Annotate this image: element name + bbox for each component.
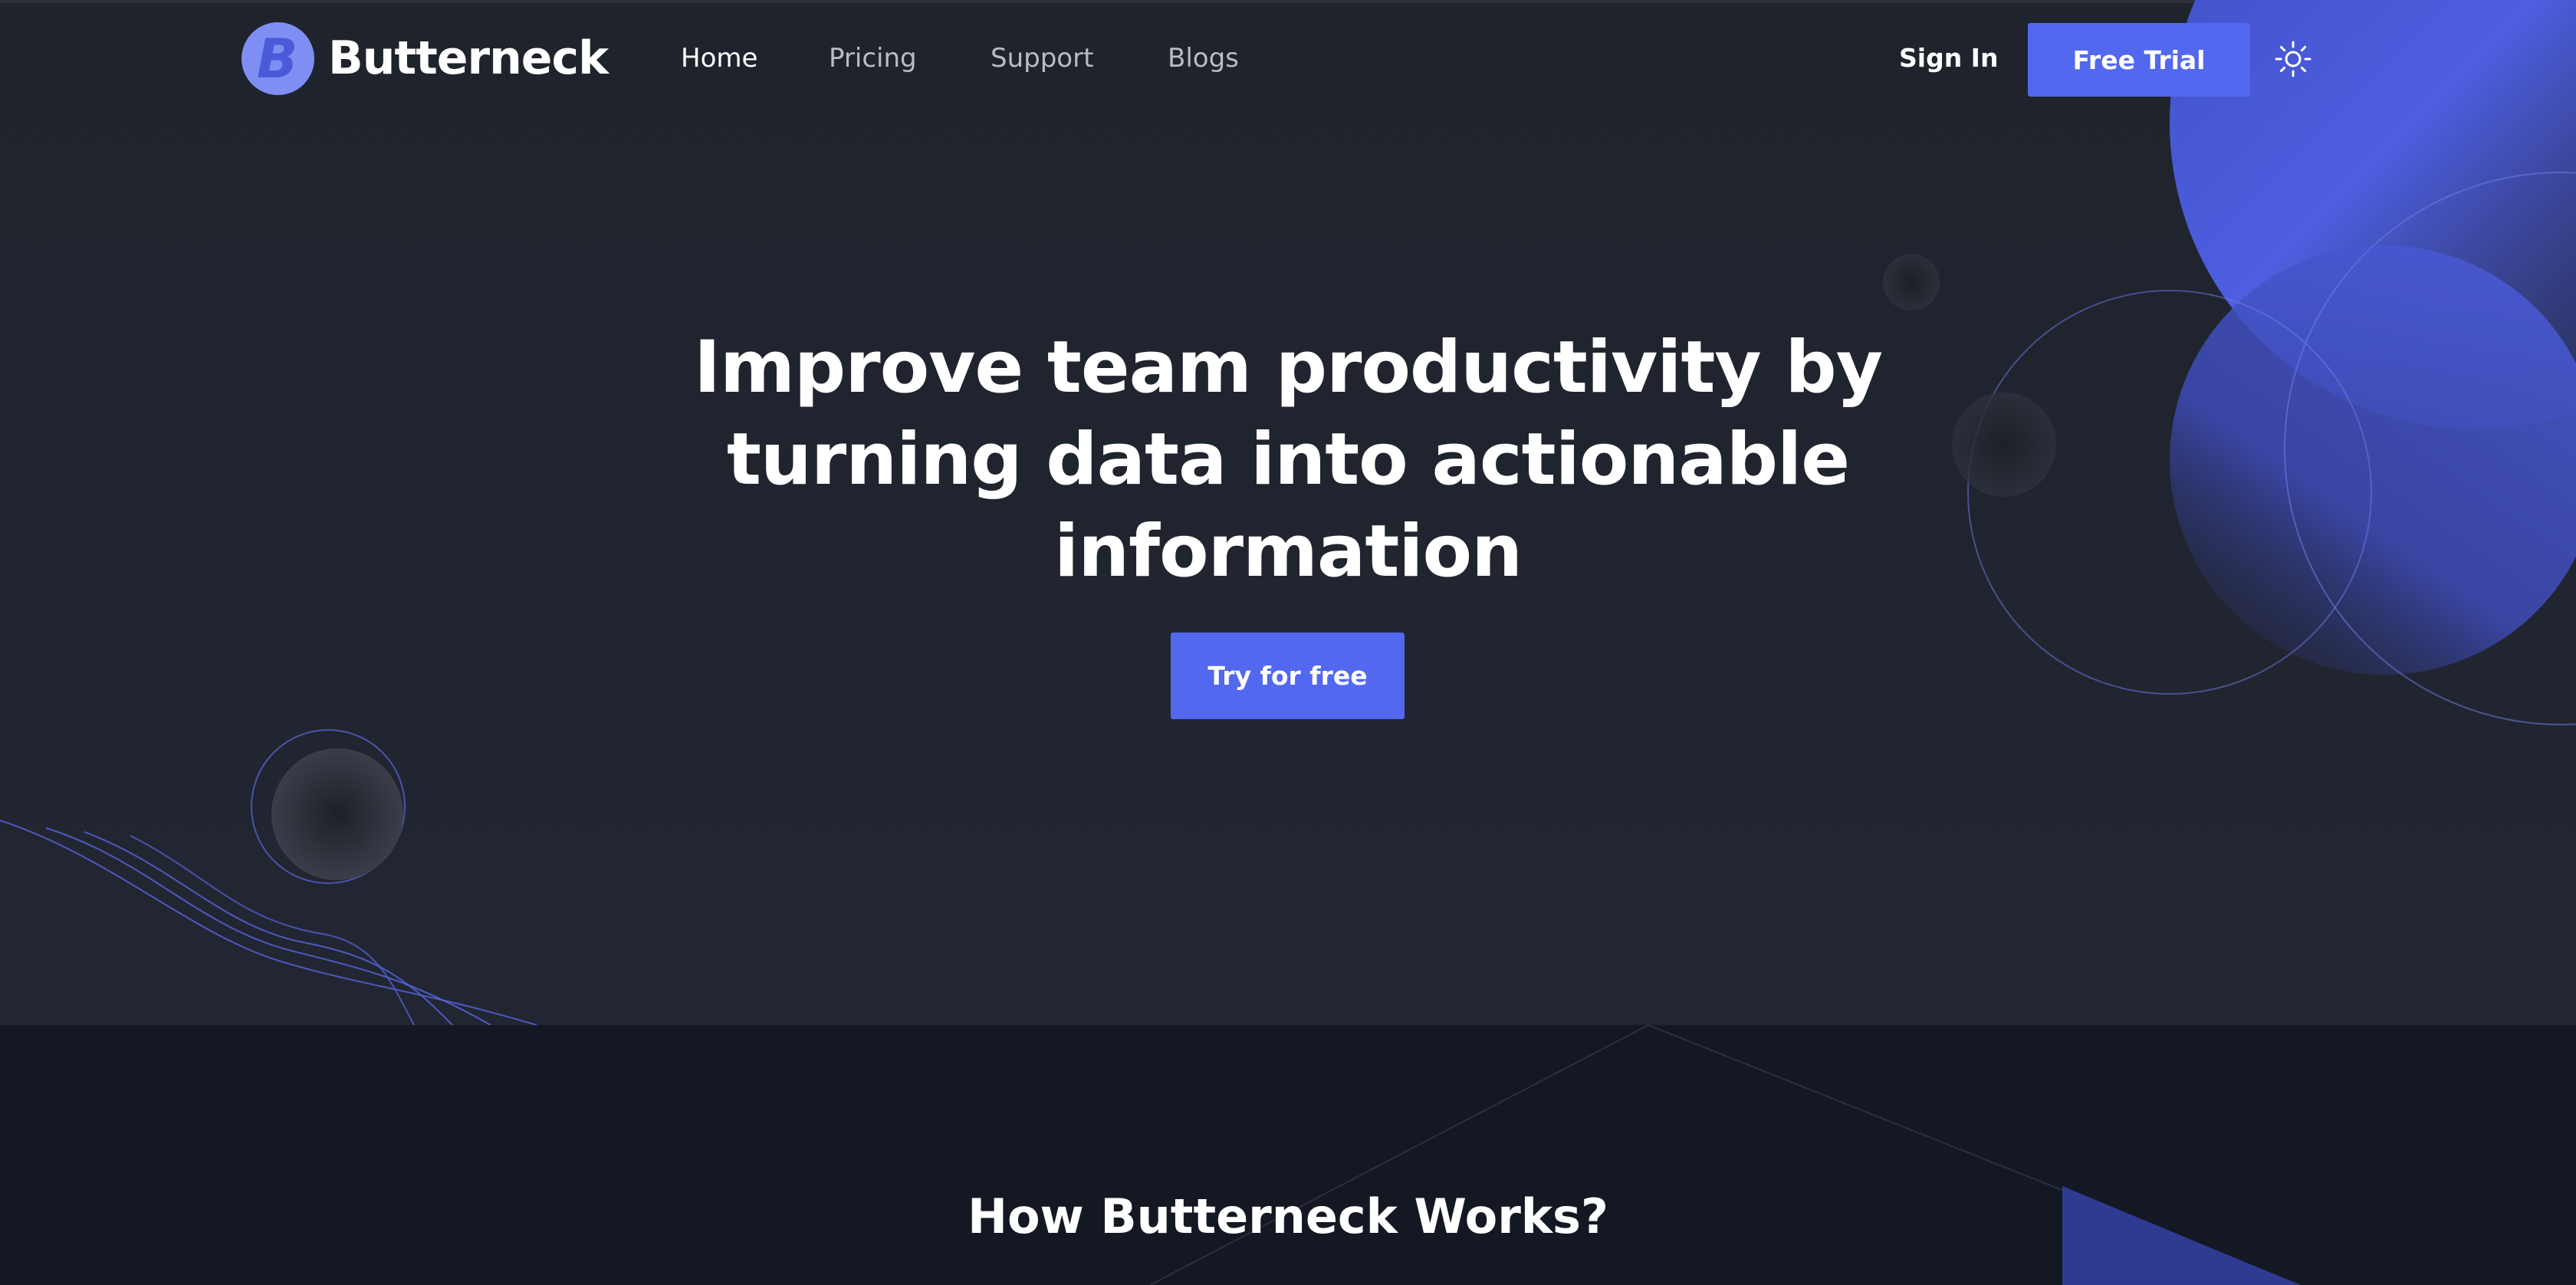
medium-gradient-circle	[2170, 245, 2576, 675]
outline-circle-large	[2284, 172, 2576, 725]
try-for-free-button[interactable]: Try for free	[1171, 633, 1405, 719]
decorative-waves-left	[0, 729, 537, 1025]
hero-heading: Improve team productivity by turning dat…	[694, 326, 1883, 593]
logo-letter: B	[256, 27, 298, 90]
how-it-works-heading: How Butterneck Works?	[968, 1188, 1608, 1244]
landing-page: B Butterneck Home Pricing Support Blogs …	[0, 0, 2576, 1285]
free-trial-button[interactable]: Free Trial	[2028, 23, 2250, 97]
wave-line-3	[84, 831, 453, 1025]
nav-home-link[interactable]: Home	[681, 37, 757, 80]
sun-icon	[2275, 41, 2312, 77]
logo-mark[interactable]: B	[242, 22, 314, 95]
theme-toggle[interactable]	[2274, 40, 2312, 78]
dark-dot-small	[1883, 254, 1940, 311]
dark-orb	[271, 748, 403, 880]
wave-line-1	[0, 820, 537, 1025]
wave-line-2	[45, 827, 491, 1025]
window-top-border	[0, 0, 2576, 3]
sign-in-link[interactable]: Sign In	[1899, 37, 1998, 80]
outline-orb-ring	[251, 729, 406, 884]
wave-line-4	[130, 835, 415, 1025]
hero-section: B Butterneck Home Pricing Support Blogs …	[0, 0, 2576, 1025]
outline-circle-small	[1967, 290, 2372, 695]
nav-pricing-link[interactable]: Pricing	[829, 37, 917, 80]
brand-name[interactable]: Butterneck	[328, 26, 609, 90]
how-it-works-section: How Butterneck Works?	[0, 1025, 2576, 1285]
nav-support-link[interactable]: Support	[991, 37, 1093, 80]
nav-blogs-link[interactable]: Blogs	[1168, 37, 1239, 80]
